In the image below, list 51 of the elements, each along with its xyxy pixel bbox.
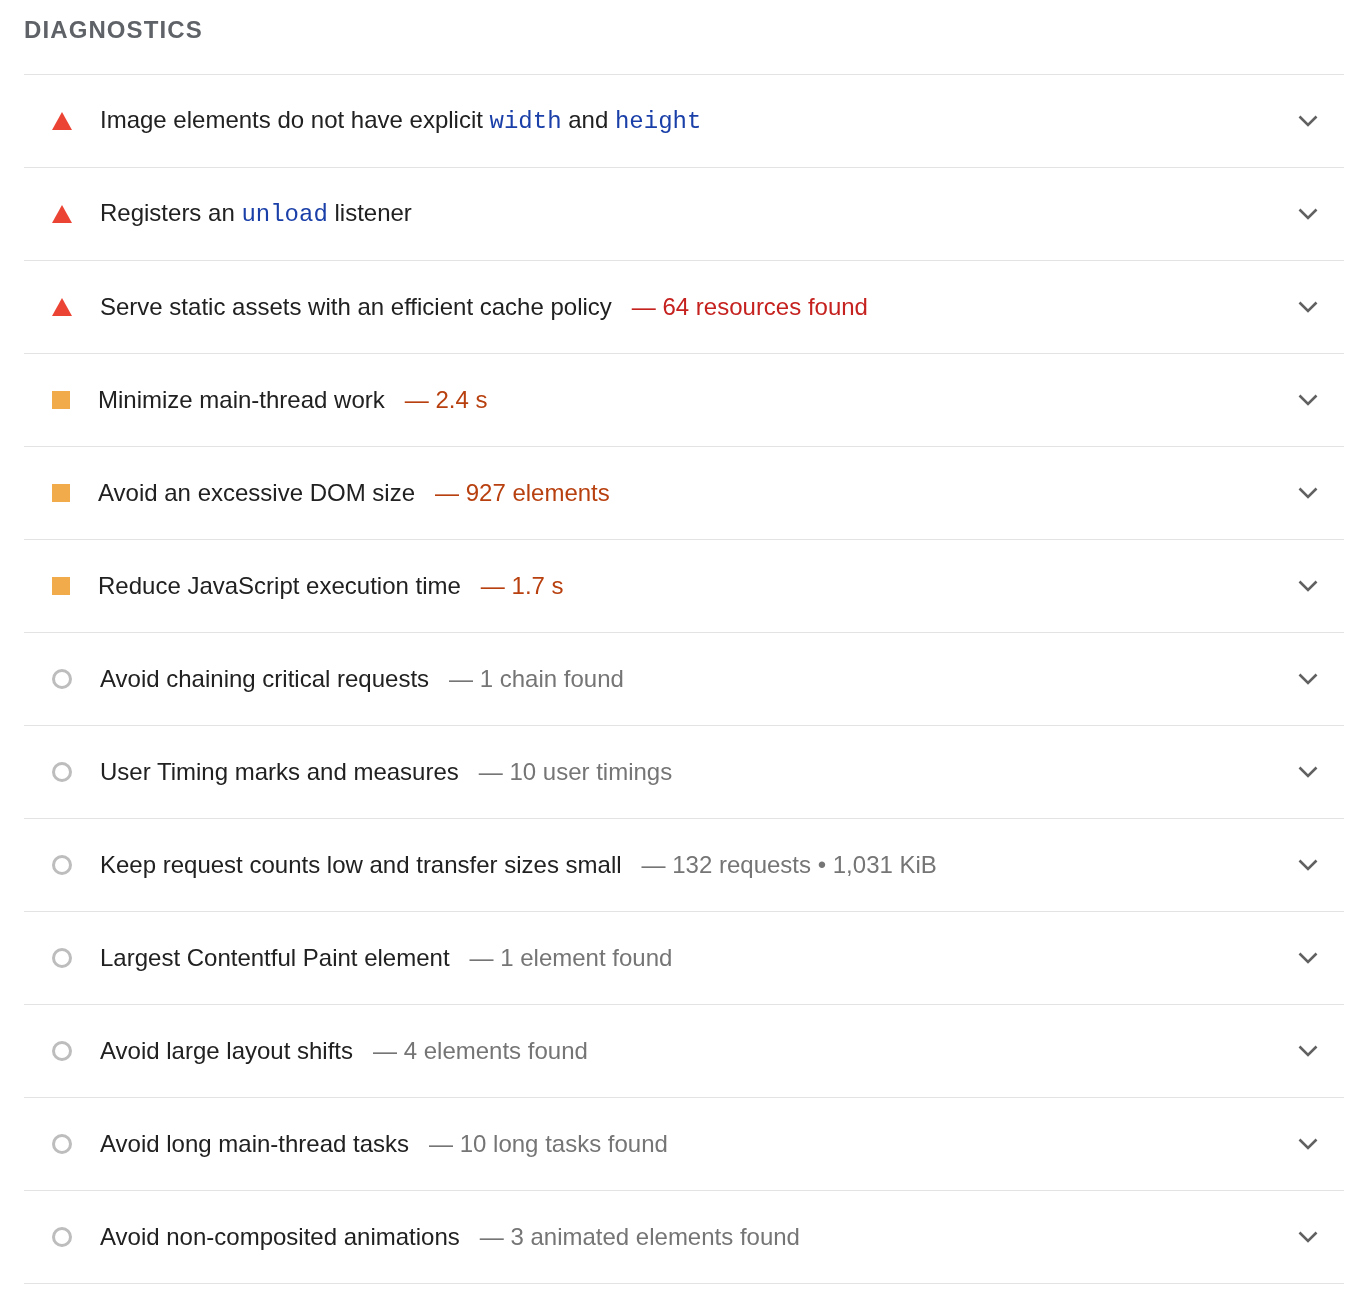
chevron-down-icon[interactable] (1298, 301, 1318, 313)
chevron-down-icon[interactable] (1298, 766, 1318, 778)
audit-title: Avoid an excessive DOM size (98, 478, 415, 508)
warning-triangle-icon (52, 112, 72, 130)
audit-title: Reduce JavaScript execution time (98, 571, 461, 601)
audit-value: — 64 resources found (631, 292, 868, 322)
chevron-down-icon[interactable] (1298, 1231, 1318, 1243)
audit-title: Keep request counts low and transfer sizes small (100, 850, 622, 880)
square-icon (52, 577, 70, 595)
section-heading: DIAGNOSTICS (24, 15, 204, 45)
audit-title: Registers an unload listener (100, 198, 412, 230)
ring-icon (52, 762, 72, 782)
audit-title: Image elements do not have explicit width and height (100, 105, 702, 137)
audit-title: Avoid large layout shifts (100, 1036, 354, 1066)
chevron-down-icon[interactable] (1298, 394, 1318, 406)
audit-value: — 1 chain found (449, 664, 624, 694)
ring-icon (52, 855, 72, 875)
warning-triangle-icon (52, 298, 72, 316)
audit-value: — 3 animated elements found (479, 1222, 800, 1252)
chevron-down-icon[interactable] (1298, 1045, 1318, 1057)
chevron-down-icon[interactable] (1298, 487, 1318, 499)
ring-icon (52, 1227, 72, 1247)
chevron-down-icon[interactable] (1298, 208, 1318, 220)
ring-icon (52, 669, 72, 689)
chevron-down-icon[interactable] (1298, 1138, 1318, 1150)
audit-value: — 1.7 s (480, 571, 564, 601)
ring-icon (52, 1134, 72, 1154)
audit-title: Avoid long main-thread tasks (100, 1129, 410, 1159)
chevron-down-icon[interactable] (1298, 115, 1318, 127)
ring-icon (52, 1041, 72, 1061)
square-icon (52, 484, 70, 502)
audit-value: — 927 elements (435, 478, 610, 508)
audit-title: Avoid chaining critical requests (100, 664, 430, 694)
audit-value: — 10 user timings (478, 757, 673, 787)
chevron-down-icon[interactable] (1298, 580, 1318, 592)
warning-triangle-icon (52, 205, 72, 223)
chevron-down-icon[interactable] (1298, 859, 1318, 871)
audit-value: — 4 elements found (373, 1036, 588, 1066)
audit-value: — 1 element found (469, 943, 673, 973)
audit-title: Largest Contentful Paint element (100, 943, 450, 973)
audit-title: Serve static assets with an efficient cache policy (100, 292, 612, 322)
audit-value: — 10 long tasks found (429, 1129, 668, 1159)
audit-title: User Timing marks and measures (100, 757, 459, 787)
square-icon (52, 391, 70, 409)
ring-icon (52, 948, 72, 968)
audit-value: — 132 requests • 1,031 KiB (641, 850, 937, 880)
audit-title: Avoid non-composited animations (100, 1222, 460, 1252)
chevron-down-icon[interactable] (1298, 673, 1318, 685)
audit-value: — 2.4 s (404, 385, 488, 415)
audit-title: Minimize main-thread work (98, 385, 385, 415)
chevron-down-icon[interactable] (1298, 952, 1318, 964)
